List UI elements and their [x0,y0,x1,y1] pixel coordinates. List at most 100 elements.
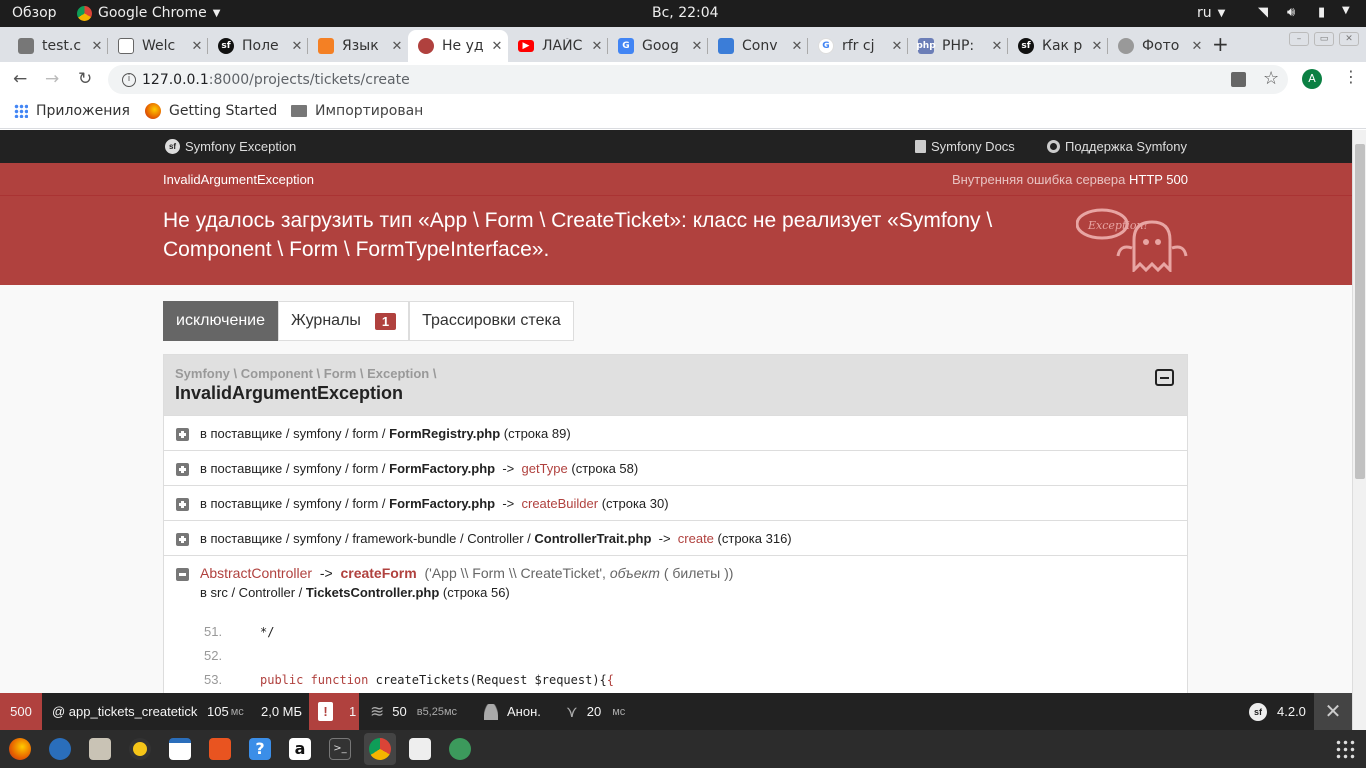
getting-started-bookmark[interactable]: Getting Started [145,103,277,119]
symfony-docs-link[interactable]: Symfony Docs [915,139,1015,154]
system-menu-icon[interactable]: ▼ [1342,5,1350,16]
close-tab-icon[interactable]: ✕ [786,39,808,54]
trace-line: (строка 58) [571,461,639,476]
maximize-window-button[interactable]: ▭ [1314,32,1334,46]
trace-row[interactable]: в поставщике / symfony / form / FormFact… [164,450,1187,485]
language-indicator[interactable]: ru ▼ [1197,5,1225,21]
close-toolbar-button[interactable]: ✕ [1314,693,1352,730]
close-tab-icon[interactable]: ✕ [86,39,108,54]
symfony-icon: sf [218,38,234,54]
trace-method: create [677,531,714,546]
profile-avatar[interactable]: A [1302,69,1322,89]
activities-button[interactable]: Обзор [12,5,57,21]
symfony-support-link[interactable]: Поддержка Symfony [1047,139,1187,154]
tab-exception[interactable]: исключение [163,301,279,341]
apps-bookmark[interactable]: Приложения [14,103,130,119]
browser-tab[interactable]: Фото ✕ [1108,30,1208,62]
symfony-version-panel[interactable]: sf 4.2.0 [1249,693,1306,730]
database-panel[interactable]: ≋ 50 в5,25мс [370,693,457,730]
url-bar[interactable]: i 127.0.0.1:8000/projects/tickets/create [108,65,1288,94]
browser-tab[interactable]: G Goog ✕ [608,30,708,62]
close-tab-icon[interactable]: ✕ [886,39,908,54]
tab-logs[interactable]: Журналы 1 [278,301,410,341]
twig-panel[interactable]: ⋎ 20 мс [566,693,625,730]
tab-label: Трассировки стека [422,312,561,329]
browser-tab[interactable]: Язык ✕ [308,30,408,62]
amazon-icon[interactable]: a [289,738,311,760]
browser-tab[interactable]: php PHP: ✕ [908,30,1008,62]
firefox-icon[interactable] [9,738,31,760]
imported-folder-bookmark[interactable]: Импортирован [291,103,423,119]
lifebuoy-icon [1047,140,1060,153]
expand-icon[interactable] [176,428,189,441]
thunderbird-icon[interactable] [49,738,71,760]
browser-tab[interactable]: ▶ ЛАЙС ✕ [508,30,608,62]
security-panel[interactable]: Анон. [484,693,541,730]
user-label: Анон. [507,704,541,719]
bookmark-star-icon[interactable]: ☆ [1263,68,1279,89]
translate-icon[interactable] [1231,72,1246,87]
close-tab-icon[interactable]: ✕ [486,39,508,54]
trace-row-expanded[interactable]: AbstractController -> createForm ('App \… [164,555,1187,693]
close-tab-icon[interactable]: ✕ [686,39,708,54]
terminal-icon[interactable]: >_ [329,738,351,760]
close-tab-icon[interactable]: ✕ [1186,39,1208,54]
clock[interactable]: Вс, 22:04 [652,5,719,21]
back-button[interactable]: ← [13,69,27,89]
time-panel[interactable]: 105 мс [207,693,244,730]
new-tab-button[interactable]: + [1212,32,1229,56]
route-name: @ app_tickets_createticket [52,704,198,719]
memory-panel[interactable]: 2,0 МБ [261,693,302,730]
wifi-icon[interactable]: ◥ [1258,5,1268,20]
tab-stack-traces[interactable]: Трассировки стека [409,301,574,341]
rhythmbox-icon[interactable] [129,738,151,760]
battery-icon[interactable]: ▮ [1318,5,1325,20]
page-scrollbar[interactable] [1352,130,1366,730]
status-code-panel[interactable]: 500 [0,693,42,730]
show-apps-grid-icon[interactable] [1335,739,1355,759]
browser-tab[interactable]: test.c ✕ [8,30,108,62]
minimize-window-button[interactable]: – [1289,32,1309,46]
help-icon[interactable]: ? [249,738,271,760]
close-tab-icon[interactable]: ✕ [1086,39,1108,54]
trace-row[interactable]: в поставщике / symfony / framework-bundl… [164,520,1187,555]
app-icon[interactable] [449,738,471,760]
language-label: ru [1197,5,1212,21]
forward-button[interactable]: → [45,69,59,89]
close-tab-icon[interactable]: ✕ [386,39,408,54]
browser-tab[interactable]: Grfr cj ✕ [808,30,908,62]
db-queries-count: 50 [392,704,407,719]
info-icon[interactable]: i [122,72,136,87]
browser-tab[interactable]: Conv ✕ [708,30,808,62]
close-tab-icon[interactable]: ✕ [286,39,308,54]
browser-tab[interactable]: sf Поле ✕ [208,30,308,62]
text-editor-icon[interactable] [409,738,431,760]
software-center-icon[interactable] [209,738,231,760]
files-icon[interactable] [89,738,111,760]
trace-row[interactable]: в поставщике / symfony / form / FormRegi… [164,415,1187,450]
app-menu[interactable]: Google Chrome ▼ [77,5,220,21]
expand-icon[interactable] [176,463,189,476]
close-window-button[interactable]: ✕ [1339,32,1359,46]
browser-tab-active[interactable]: Не уд ✕ [408,30,508,62]
collapse-icon[interactable] [176,568,189,581]
exception-message-panel: Не удалось загрузить тип «App \ Form \ C… [0,196,1352,285]
close-tab-icon[interactable]: ✕ [986,39,1008,54]
expand-icon[interactable] [176,533,189,546]
collapse-toggle-icon[interactable] [1155,369,1174,386]
volume-icon[interactable]: 🔊︎ [1287,5,1295,20]
reload-button[interactable]: ↻ [78,69,92,89]
writer-icon[interactable] [169,738,191,760]
bookmark-label: Getting Started [169,103,278,119]
scrollbar-thumb[interactable] [1355,144,1365,479]
expand-icon[interactable] [176,498,189,511]
errors-panel[interactable]: ! 1 [309,693,359,730]
trace-row[interactable]: в поставщике / symfony / form / FormFact… [164,485,1187,520]
menu-icon[interactable]: ⋮ [1343,67,1359,86]
chrome-icon[interactable] [369,738,391,760]
route-panel[interactable]: @ app_tickets_createticket [52,693,198,730]
close-tab-icon[interactable]: ✕ [586,39,608,54]
browser-tab[interactable]: sf Как р ✕ [1008,30,1108,62]
close-tab-icon[interactable]: ✕ [186,39,208,54]
browser-tab[interactable]: Welc ✕ [108,30,208,62]
